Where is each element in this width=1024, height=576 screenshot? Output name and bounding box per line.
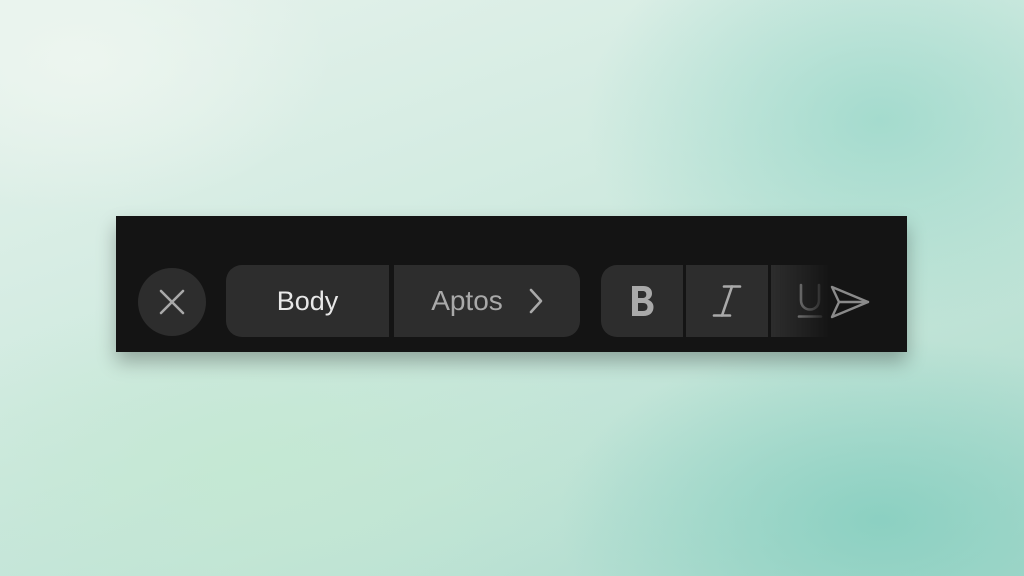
close-button[interactable] xyxy=(138,268,206,336)
italic-button[interactable] xyxy=(686,265,768,337)
underline-button[interactable] xyxy=(771,265,831,337)
italic-icon xyxy=(712,284,742,318)
font-name-label: Aptos xyxy=(431,285,503,316)
chevron-right-icon xyxy=(529,288,543,314)
bold-button[interactable] xyxy=(601,265,683,337)
send-button[interactable] xyxy=(828,282,872,322)
send-icon xyxy=(829,284,871,320)
formatting-toolbar: Body Aptos xyxy=(116,216,907,352)
paragraph-style-label: Body xyxy=(276,285,339,316)
underline-icon xyxy=(797,283,823,319)
paragraph-style-button[interactable]: Body xyxy=(226,265,389,337)
font-picker-button[interactable]: Aptos xyxy=(394,265,580,337)
bold-icon xyxy=(628,284,656,318)
close-icon xyxy=(157,287,187,317)
